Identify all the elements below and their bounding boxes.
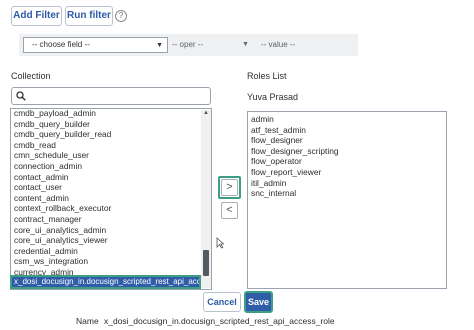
- chevron-down-icon: ▼: [242, 41, 249, 48]
- roles-list[interactable]: admin atf_test_admin flow_designer flow_des…: [247, 111, 447, 289]
- list-item[interactable]: cmdb_query_builder: [11, 119, 201, 130]
- roles-user-name: Yuva Prasad: [247, 92, 299, 102]
- help-icon[interactable]: ?: [115, 10, 127, 22]
- chevron-right-icon: >: [226, 181, 233, 193]
- selected-collection-item[interactable]: x_dosi_docusign_in.docusign_scripted_res…: [10, 275, 201, 289]
- list-item[interactable]: itil_admin: [248, 178, 444, 189]
- list-item[interactable]: cmdb_payload_admin: [11, 109, 201, 119]
- list-item[interactable]: flow_report_viewer: [248, 167, 444, 178]
- list-item[interactable]: cmdb_read: [11, 140, 201, 151]
- list-item[interactable]: context_rollback_executor: [11, 203, 201, 214]
- list-item[interactable]: snc_internal: [248, 188, 444, 199]
- chevron-left-icon: <: [226, 204, 233, 216]
- save-button[interactable]: Save: [244, 291, 273, 313]
- value-value: -- value --: [261, 40, 296, 49]
- collection-search-input[interactable]: [11, 87, 211, 105]
- list-item[interactable]: core_ui_analytics_viewer: [11, 235, 201, 246]
- name-label: Name: [76, 316, 99, 326]
- list-item[interactable]: contact_user: [11, 182, 201, 193]
- list-item[interactable]: cmdb_query_builder_read: [11, 129, 201, 140]
- list-item[interactable]: csm_ws_integration: [11, 256, 201, 267]
- list-item[interactable]: admin: [248, 114, 444, 125]
- list-item[interactable]: flow_designer_scripting: [248, 146, 444, 157]
- mouse-cursor-icon: [216, 237, 224, 249]
- list-item[interactable]: flow_operator: [248, 156, 444, 167]
- remove-role-button[interactable]: <: [221, 202, 238, 219]
- collection-heading: Collection: [11, 71, 51, 81]
- scroll-up-icon[interactable]: ▲: [203, 110, 209, 116]
- collection-scrollbar[interactable]: ▲: [201, 110, 211, 288]
- list-item[interactable]: content_admin: [11, 193, 201, 204]
- list-item[interactable]: contract_manager: [11, 214, 201, 225]
- chevron-down-icon: ▼: [156, 42, 163, 49]
- operator-value: -- oper --: [172, 40, 204, 49]
- list-item[interactable]: cmn_schedule_user: [11, 150, 201, 161]
- collection-list[interactable]: cmdb_payload_admin cmdb_query_builder cmdb…: [10, 108, 212, 290]
- cancel-button[interactable]: Cancel: [203, 292, 241, 312]
- list-item[interactable]: credential_admin: [11, 246, 201, 257]
- operator-select[interactable]: -- oper -- ▼: [172, 40, 249, 49]
- roles-list-heading: Roles List: [247, 71, 287, 81]
- list-item[interactable]: core_ui_analytics_admin: [11, 225, 201, 236]
- choose-field-value: -- choose field --: [32, 40, 90, 49]
- add-filter-button[interactable]: Add Filter: [11, 6, 62, 26]
- add-role-button[interactable]: >: [221, 179, 238, 196]
- value-select[interactable]: -- value --: [261, 40, 295, 49]
- choose-field-select[interactable]: -- choose field -- ▼: [23, 37, 168, 53]
- name-value: x_dosi_docusign_in.docusign_scripted_res…: [104, 316, 335, 326]
- list-item[interactable]: contact_admin: [11, 172, 201, 183]
- scrollbar-thumb[interactable]: [203, 250, 209, 276]
- list-item[interactable]: flow_designer: [248, 135, 444, 146]
- search-icon: [16, 91, 26, 101]
- list-item[interactable]: atf_test_admin: [248, 125, 444, 136]
- run-filter-button[interactable]: Run filter: [65, 6, 113, 26]
- list-item[interactable]: connection_admin: [11, 161, 201, 172]
